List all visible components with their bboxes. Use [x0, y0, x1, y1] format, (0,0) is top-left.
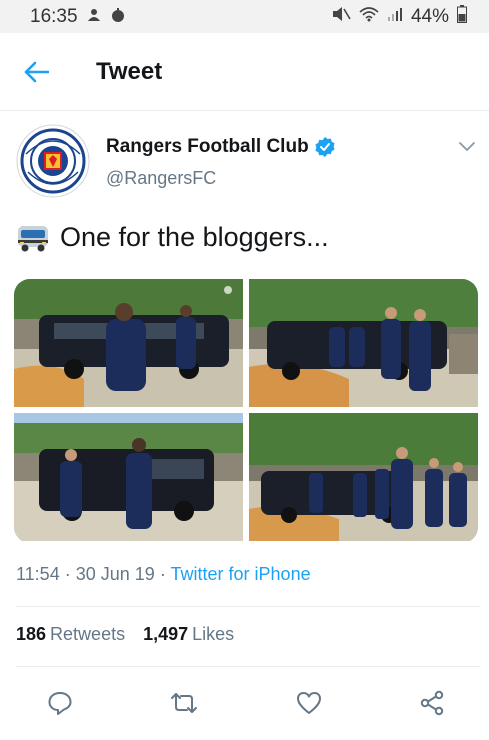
retweets-stat[interactable]: 186 Retweets: [16, 624, 125, 645]
status-time: 16:35: [30, 5, 78, 27]
share-button[interactable]: [410, 681, 454, 725]
status-left: 16:35: [30, 6, 126, 28]
likes-label: Likes: [192, 624, 235, 644]
retweet-button[interactable]: [162, 681, 206, 725]
tweet-meta: 11:54 · 30 Jun 19 · Twitter for iPhone: [16, 564, 311, 585]
display-name[interactable]: Rangers Football Club: [106, 136, 309, 158]
tweet-author: Rangers Football Club @RangersFC: [16, 124, 476, 204]
retweet-icon: [171, 693, 197, 713]
media-photo-4[interactable]: [249, 413, 478, 541]
photo-players-van-3: [14, 413, 243, 541]
retweets-label: Retweets: [50, 624, 126, 644]
tweet-actions: [0, 681, 489, 725]
top-app-bar: Tweet: [0, 33, 489, 111]
status-right: 44%: [331, 4, 467, 29]
photo-players-van-1: [14, 279, 243, 407]
notification-icon: [86, 7, 102, 27]
media-photo-2[interactable]: [249, 279, 478, 407]
author-info: Rangers Football Club @RangersFC: [106, 136, 335, 189]
photo-players-van-4: [249, 413, 478, 541]
like-icon: [297, 692, 321, 714]
tweet-date: 30 Jun 19: [75, 564, 155, 584]
signal-icon: [387, 6, 403, 28]
chevron-down-icon: [459, 142, 475, 151]
media-photo-3[interactable]: [14, 413, 243, 541]
divider: [16, 606, 480, 607]
tweet-stats: 186 Retweets 1,497 Likes: [16, 624, 234, 645]
page-title: Tweet: [96, 57, 163, 85]
like-button[interactable]: [287, 681, 331, 725]
back-arrow-icon: [24, 61, 49, 82]
bus-emoji-icon: [18, 225, 48, 251]
reply-button[interactable]: [38, 681, 82, 725]
likes-count: 1,497: [143, 624, 189, 644]
tweet-text: One for the bloggers...: [16, 222, 329, 253]
share-icon: [420, 690, 444, 716]
reply-icon: [48, 692, 72, 715]
back-button[interactable]: [0, 33, 72, 111]
meta-separator: ·: [64, 564, 71, 584]
tweet-text-content: One for the bloggers...: [60, 222, 329, 252]
display-name-row: Rangers Football Club: [106, 136, 335, 158]
avatar[interactable]: [16, 124, 90, 198]
media-photo-1[interactable]: [14, 279, 243, 407]
media-grid: [14, 279, 478, 543]
verified-badge-icon: [315, 137, 335, 157]
battery-icon: [457, 4, 467, 29]
divider: [16, 666, 480, 667]
photo-players-van-2: [249, 279, 478, 407]
mute-icon: [331, 6, 351, 28]
tweet-source-link[interactable]: Twitter for iPhone: [171, 564, 311, 584]
battery-level: 44%: [410, 5, 449, 27]
rangers-crest-logo: [16, 124, 90, 198]
wifi-icon: [359, 6, 379, 28]
user-handle[interactable]: @RangersFC: [106, 168, 335, 189]
tweet-time: 11:54: [16, 564, 60, 584]
retweets-count: 186: [16, 624, 47, 644]
meta-separator: ·: [159, 564, 166, 584]
more-options-button[interactable]: [458, 140, 476, 154]
likes-stat[interactable]: 1,497 Likes: [143, 624, 234, 645]
alarm-icon: [110, 7, 126, 27]
status-bar: 16:35 44%: [0, 0, 489, 33]
